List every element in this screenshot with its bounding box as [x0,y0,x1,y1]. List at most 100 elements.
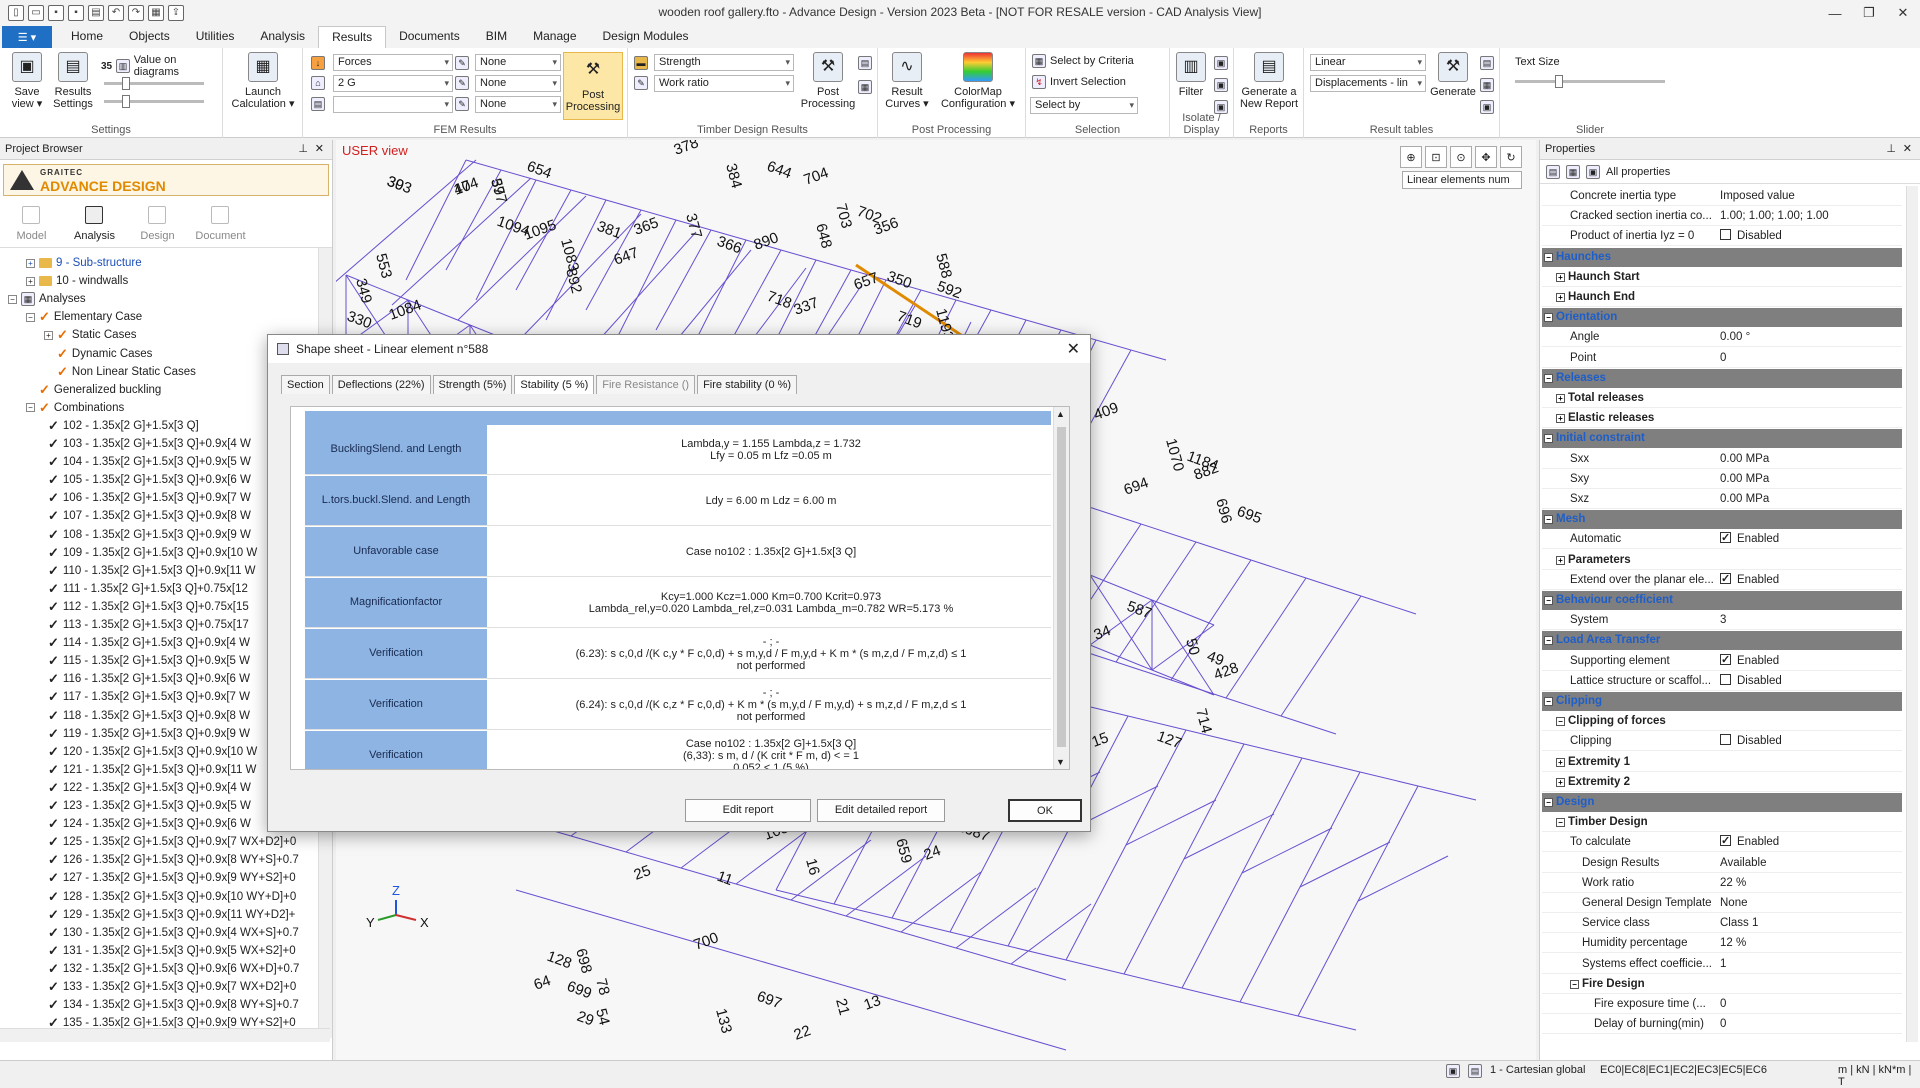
none-combo-2[interactable]: None [475,75,561,92]
ribbon-tab-documents[interactable]: Documents [386,26,473,48]
table-icon-3[interactable]: ▣ [1480,100,1494,114]
property-value[interactable]: Enabled [1720,571,1900,590]
truss-member[interactable] [1225,577,1307,699]
property-row[interactable]: Fire exposure time (... 0 [1542,995,1902,1014]
property-value[interactable]: 0 [1720,349,1900,368]
property-row[interactable]: + Parameters [1542,551,1902,570]
none-combo-3[interactable]: None [475,96,561,113]
scroll-thumb[interactable] [1057,427,1066,747]
category-icon[interactable]: ▦ [1566,164,1580,179]
property-row[interactable]: Sxy 0.00 MPa [1542,470,1902,489]
text-size-slider[interactable] [1515,75,1665,88]
property-value[interactable]: 0.00 MPa [1720,490,1900,509]
strength-combo[interactable]: Strength [654,54,794,71]
truss-member[interactable] [900,871,982,933]
expand-icon[interactable]: + [1556,777,1565,787]
truss-member[interactable] [790,839,872,901]
checkbox[interactable] [1720,673,1731,685]
fem-post-processing-button[interactable]: ⚒ Post Processing [563,52,623,120]
expand-icon[interactable]: − [26,403,35,413]
expand-icon[interactable]: − [1556,818,1565,828]
close-panel-icon[interactable]: ✕ [315,142,324,155]
property-row[interactable]: − Timber Design [1542,813,1902,833]
property-value[interactable]: Imposed value [1720,187,1900,206]
new-file-icon[interactable]: ▯ [8,5,24,21]
property-row[interactable]: + Extremity 1 [1542,753,1902,772]
property-row[interactable]: To calculate Enabled [1542,833,1902,853]
load-case-combo[interactable]: 2 G [333,75,453,92]
property-category[interactable]: − Load Area Transfer [1542,631,1902,651]
save-view-button[interactable]: ▣ Save view ▾ [8,52,46,110]
truss-member[interactable] [735,953,792,971]
property-value[interactable]: 3 [1720,611,1900,630]
mode-tab-document[interactable]: Document [189,200,252,247]
truss-member[interactable] [900,1001,957,1019]
ribbon-tab-home[interactable]: Home [58,26,116,48]
invert-selection-button[interactable]: ↯ Invert Selection [1032,75,1126,89]
property-category[interactable]: − Releases [1542,368,1902,388]
tree-item[interactable]: ✓ 121 - 1.35x[2 G]+1.5x[3 Q]+0.9x[11 W [44,761,256,779]
tree-item[interactable]: ✓ 123 - 1.35x[2 G]+1.5x[3 Q]+0.9x[5 W [44,797,251,815]
property-row[interactable]: Product of inertia Iyz = 0 Disabled [1542,227,1902,247]
expand-icon[interactable]: + [1556,555,1565,565]
truss-member[interactable] [1007,945,1067,961]
truss-member[interactable] [1305,577,1362,597]
close-icon[interactable]: ✕ [1886,0,1920,26]
expand-icon[interactable]: − [1570,979,1579,989]
scroll-up-icon[interactable]: ▲ [1056,409,1065,419]
truss-member[interactable] [625,851,682,869]
truss-member[interactable] [790,969,847,987]
status-icon-1[interactable]: ▣ [1446,1064,1460,1078]
expand-icon[interactable]: − [1544,697,1553,706]
property-row[interactable]: General Design Template None [1542,894,1902,913]
property-row[interactable]: Work ratio 22 % [1542,874,1902,893]
property-value[interactable]: Class 1 [1720,914,1900,933]
tree-item[interactable]: ✓ 122 - 1.35x[2 G]+1.5x[3 Q]+0.9x[4 W [44,779,251,797]
close-properties-icon[interactable]: ✕ [1903,142,1912,155]
truss-member[interactable] [1301,757,1361,773]
expand-icon[interactable]: − [1544,515,1553,525]
property-row[interactable]: Design Results Available [1542,854,1902,873]
dialog-tab-3[interactable]: Stability (5 %) [514,375,595,394]
tree-item[interactable]: ✓ 109 - 1.35x[2 G]+1.5x[3 Q]+0.9x[10 W [44,544,257,562]
launch-calculation-button[interactable]: ▦ Launch Calculation ▾ [231,52,295,110]
displacements-combo[interactable]: Displacements - lin [1310,75,1426,92]
tree-item[interactable]: ✓ 112 - 1.35x[2 G]+1.5x[3 Q]+0.75x[15 [44,598,249,616]
expand-icon[interactable]: + [44,330,53,340]
tree-item[interactable]: ✓ 115 - 1.35x[2 G]+1.5x[3 Q]+0.9x[5 W [44,652,250,670]
edit-detailed-report-button[interactable]: Edit detailed report [817,799,945,822]
print-icon[interactable]: ▤ [88,5,104,21]
expand-icon[interactable]: − [1544,252,1553,262]
property-category[interactable]: − Initial constraint [1542,429,1902,449]
tree-item[interactable]: ✓ 118 - 1.35x[2 G]+1.5x[3 Q]+0.9x[8 W [44,707,250,725]
isolate-icon-1[interactable]: ▣ [1214,56,1228,70]
tree-horizontal-scrollbar[interactable] [0,1028,330,1042]
property-value[interactable]: Available [1720,854,1900,873]
expand-icon[interactable]: + [26,276,35,286]
sort-icon[interactable]: ▤ [1546,164,1560,179]
filter-button[interactable]: ▥ Filter [1174,52,1208,98]
truss-member[interactable] [1225,697,1282,717]
pan-icon[interactable]: ✥ [1475,146,1497,168]
value-on-diagrams[interactable]: 35 ▥ Value on diagrams [101,54,222,78]
dialog-scrollbar[interactable]: ▲ ▼ [1053,407,1069,769]
checkbox[interactable] [1720,530,1731,548]
truss-member[interactable] [515,889,572,907]
truss-member[interactable] [1297,1015,1357,1031]
truss-member[interactable] [1089,644,1153,671]
property-row[interactable]: Sxx 0.00 MPa [1542,450,1902,469]
property-row[interactable]: Sxz 0.00 MPa [1542,490,1902,509]
mode-tab-model[interactable]: Model [0,200,63,247]
tree-item[interactable]: ✓ 108 - 1.35x[2 G]+1.5x[3 Q]+0.9x[9 W [44,526,251,544]
tree-item[interactable]: ✓ 129 - 1.35x[2 G]+1.5x[3 Q]+0.9x[11 WY+D… [44,906,295,924]
property-row[interactable]: + Total releases [1542,389,1902,408]
property-category[interactable]: − Clipping [1542,692,1902,711]
tree-item[interactable]: ✓ 119 - 1.35x[2 G]+1.5x[3 Q]+0.9x[9 W [44,725,250,743]
ribbon-tab-bim[interactable]: BIM [473,26,520,48]
results-settings-button[interactable]: ▤ Results Settings [52,52,94,110]
save-icon[interactable]: ▪ [48,5,64,21]
expand-icon[interactable]: + [1556,293,1565,302]
save-all-icon[interactable]: ▪ [68,5,84,21]
property-value[interactable]: 0.00 MPa [1720,470,1900,489]
property-category[interactable]: − Behaviour coefficient [1542,591,1902,610]
